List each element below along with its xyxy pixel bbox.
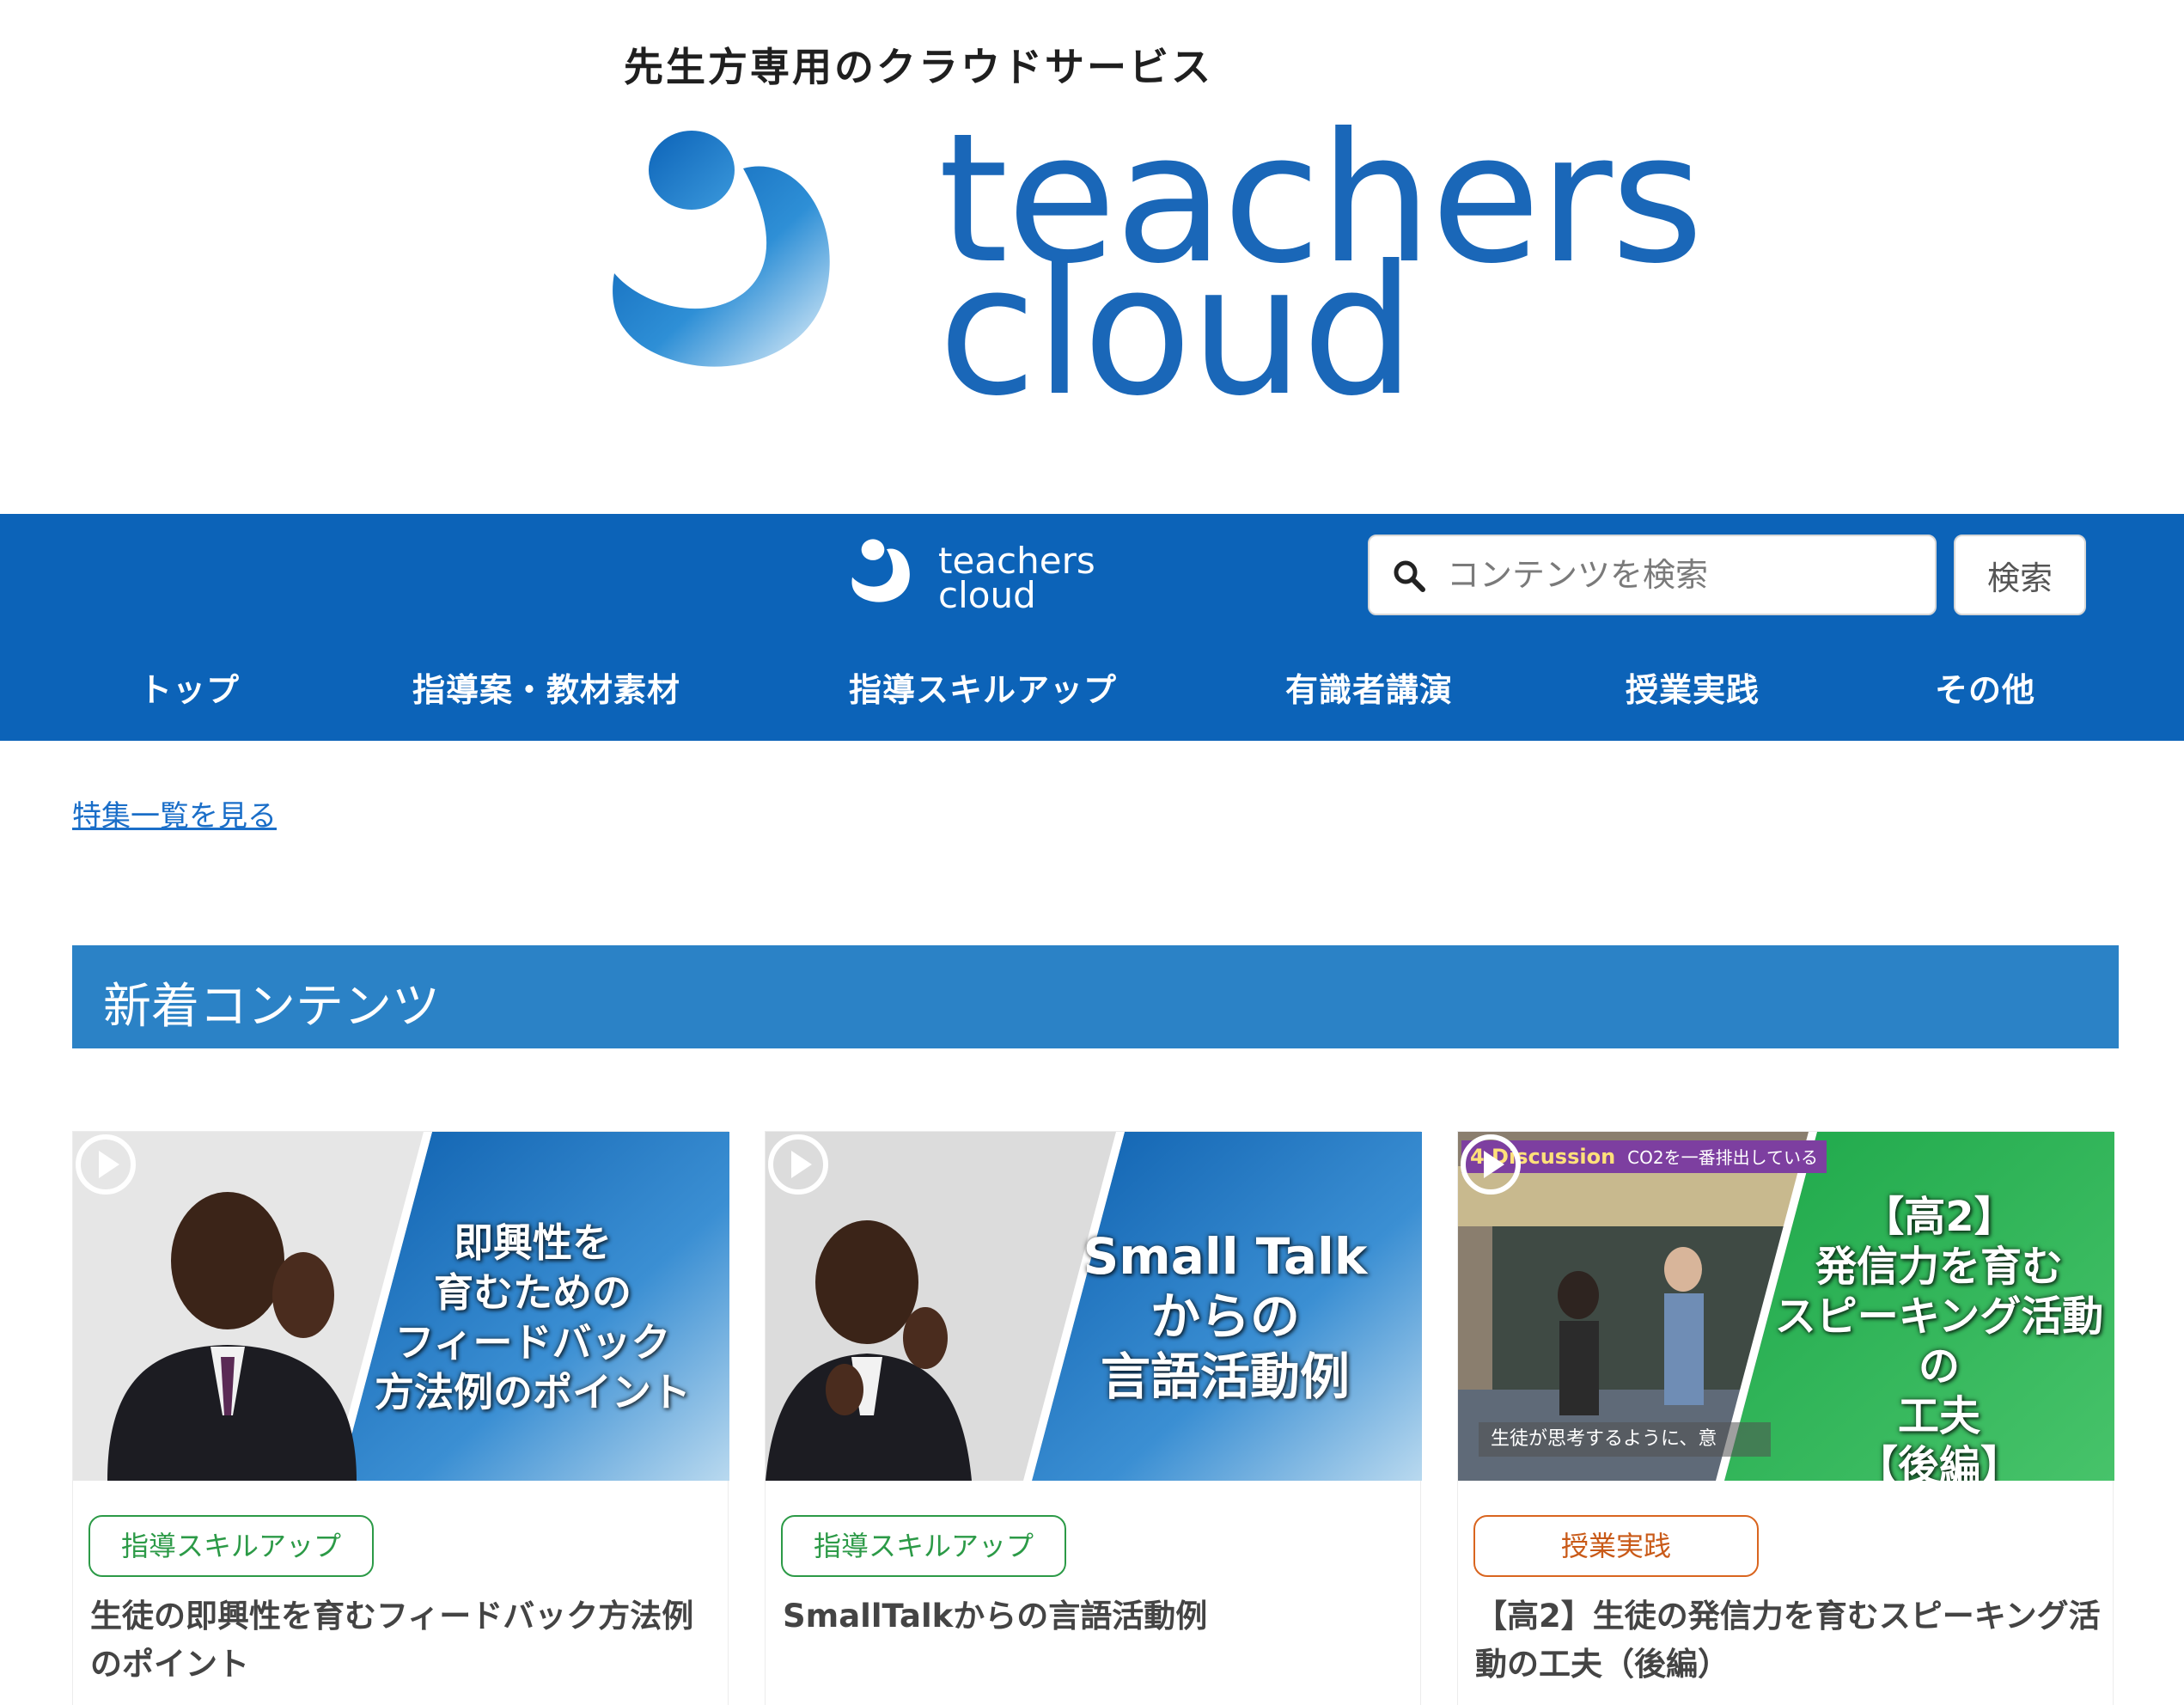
card-title[interactable]: SmallTalkからの言語活動例: [783, 1592, 1410, 1641]
card-title[interactable]: 【高2】生徒の発信力を育むスピーキング活動の工夫（後編）: [1475, 1592, 2102, 1689]
search-input[interactable]: [1447, 545, 1919, 605]
nav-item-other[interactable]: その他: [1935, 663, 2035, 711]
thumbnail-title: 即興性を 育むための フィードバック 方法例のポイント: [375, 1219, 691, 1415]
header-logo-cloud: cloud: [938, 574, 1036, 616]
hero-tagline: 先生方専用のクラウドサービス: [624, 44, 1213, 90]
card-thumbnail[interactable]: Small Talk からの 言語活動例: [766, 1132, 1422, 1481]
thumbnail-title: Small Talk からの 言語活動例: [1083, 1227, 1368, 1406]
content-card[interactable]: 即興性を 育むための フィードバック 方法例のポイント 指導スキルアップ 生徒の…: [72, 1131, 729, 1705]
site-header: teachers cloud 検索 トップ 指導案・教材素材 指導スキルアップ …: [0, 514, 2184, 741]
nav-item-lesson-plans[interactable]: 指導案・教材素材: [412, 663, 680, 711]
search-box: [1368, 535, 1937, 615]
hero-banner: 先生方専用のクラウドサービス teachers cloud: [0, 0, 2184, 514]
play-icon: [768, 1134, 828, 1195]
thumbnail-title: 【高2】 発信力を育む スピーキング活動の 工夫 【後編】: [1774, 1193, 2104, 1481]
category-tag[interactable]: 指導スキルアップ: [88, 1515, 375, 1577]
content-card[interactable]: 4 Discussion CO2を一番排出している 生徒が思考するように、意 【高…: [1457, 1131, 2114, 1705]
main-nav: トップ 指導案・教材素材 指導スキルアップ 有識者講演 授業実践 その他: [0, 658, 2184, 718]
search-button[interactable]: 検索: [1954, 535, 2086, 615]
content-card[interactable]: Small Talk からの 言語活動例 指導スキルアップ SmallTalkか…: [765, 1131, 1422, 1705]
section-header-new-content: 新着コンテンツ: [72, 945, 2119, 1048]
nav-item-lectures[interactable]: 有識者講演: [1285, 663, 1453, 711]
header-logo-mark: [851, 539, 910, 602]
card-thumbnail[interactable]: 即興性を 育むための フィードバック 方法例のポイント: [73, 1132, 729, 1481]
section-title: 新着コンテンツ: [103, 979, 440, 1035]
card-thumbnail[interactable]: 4 Discussion CO2を一番排出している 生徒が思考するように、意 【高…: [1458, 1132, 2114, 1481]
nav-item-skill-up[interactable]: 指導スキルアップ: [849, 663, 1117, 711]
category-tag[interactable]: 指導スキルアップ: [781, 1515, 1067, 1577]
header-logo[interactable]: teachers cloud: [849, 529, 1107, 615]
play-icon: [76, 1134, 136, 1195]
features-list-link[interactable]: 特集一覧を見る: [72, 792, 277, 834]
nav-item-top[interactable]: トップ: [139, 663, 240, 711]
card-title[interactable]: 生徒の即興性を育むフィードバック方法例のポイント: [90, 1592, 717, 1689]
teachers-cloud-logo-mark: [613, 131, 830, 367]
hero-wordmark-cloud: cloud: [938, 228, 1415, 436]
play-icon: [1461, 1134, 1521, 1195]
thumbnail-caption: 生徒が思考するように、意: [1479, 1422, 1771, 1457]
category-tag[interactable]: 授業実践: [1473, 1515, 1760, 1577]
nav-item-practice[interactable]: 授業実践: [1626, 663, 1760, 711]
search-icon: [1394, 560, 1425, 592]
